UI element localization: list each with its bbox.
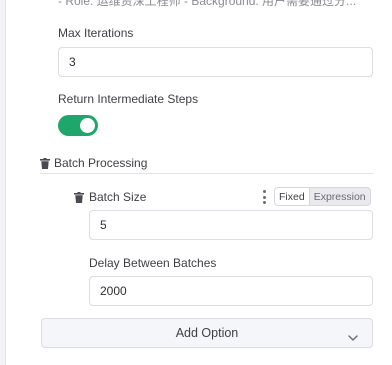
batch-size-value: 5 xyxy=(100,218,107,232)
more-options-icon[interactable] xyxy=(262,190,266,204)
max-iterations-input[interactable]: 3 xyxy=(58,47,373,77)
add-option-button[interactable]: Add Option xyxy=(41,318,373,348)
left-rail xyxy=(0,0,6,365)
mode-fixed-option[interactable]: Fixed xyxy=(275,188,310,205)
trash-icon[interactable] xyxy=(40,157,50,169)
add-option-label: Add Option xyxy=(175,326,239,340)
chevron-down-icon xyxy=(348,329,358,347)
batch-size-label: Batch Size xyxy=(89,190,147,204)
toggle-knob xyxy=(80,118,95,133)
trash-icon[interactable] xyxy=(74,191,84,203)
return-intermediate-steps-toggle[interactable] xyxy=(58,115,98,136)
mode-expression-option[interactable]: Expression xyxy=(310,188,370,205)
max-iterations-value: 3 xyxy=(69,55,76,69)
batch-processing-title: Batch Processing xyxy=(54,156,148,170)
system-message-preview: - Role: 运维资深工程师 - Background: 用户需要通过分... xyxy=(58,0,357,8)
delay-between-batches-label: Delay Between Batches xyxy=(89,256,217,270)
return-intermediate-steps-label: Return Intermediate Steps xyxy=(58,92,199,106)
batch-size-input[interactable]: 5 xyxy=(89,210,373,240)
fixed-expression-toggle: Fixed Expression xyxy=(274,187,371,206)
delay-between-batches-input[interactable]: 2000 xyxy=(89,276,373,306)
delay-between-batches-value: 2000 xyxy=(100,284,127,298)
max-iterations-label: Max Iterations xyxy=(58,26,134,40)
batch-processing-header: Batch Processing xyxy=(40,153,373,174)
